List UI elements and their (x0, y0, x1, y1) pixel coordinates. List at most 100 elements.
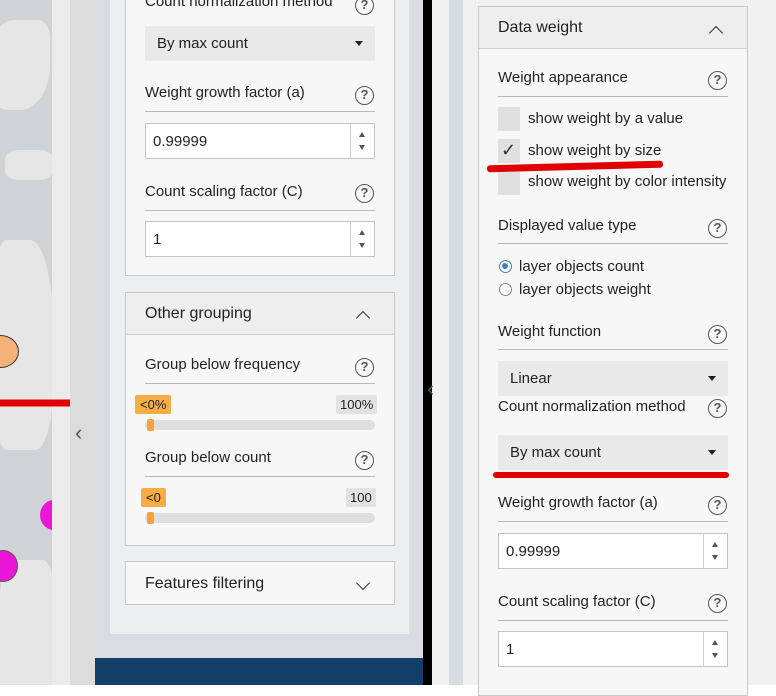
divider (498, 243, 728, 244)
help-icon[interactable]: ? (708, 496, 727, 515)
spin-down-icon[interactable] (712, 555, 718, 560)
panel-collapse-band[interactable]: ‹ (70, 0, 95, 685)
help-icon[interactable]: ? (708, 219, 727, 238)
count-norm-label: Count normalization method (498, 398, 686, 415)
weight-growth-input[interactable]: 0.99999 (498, 533, 728, 569)
count-norm-label: Count normalization method (145, 0, 333, 10)
weight-appearance-label: Weight appearance (498, 69, 628, 86)
dropdown-caret-icon (708, 450, 716, 455)
count-slider-track[interactable] (145, 513, 375, 523)
freq-slider-track[interactable] (145, 420, 375, 430)
count-norm-select[interactable]: By max count (145, 26, 375, 61)
divider (498, 96, 728, 97)
weight-growth-label: Weight growth factor (a) (145, 84, 305, 101)
weight-growth-value: 0.99999 (153, 133, 208, 150)
help-icon[interactable]: ? (355, 0, 374, 15)
clustering-card: Count normalization method ? By max coun… (125, 0, 395, 276)
checkbox-weight-size[interactable]: ✓ (498, 139, 520, 163)
chevron-left-icon[interactable]: ‹ (75, 422, 82, 444)
radio-objects-weight[interactable] (499, 283, 512, 296)
help-icon[interactable]: ? (708, 594, 727, 613)
count-max-label: 100 (346, 488, 376, 507)
number-spinner[interactable] (350, 124, 374, 158)
dropdown-caret-icon (355, 41, 363, 46)
map-view[interactable] (0, 0, 52, 685)
count-scaling-input[interactable]: 1 (498, 631, 728, 667)
displayed-value-type-label: Displayed value type (498, 217, 637, 234)
chevron-left-icon[interactable]: ‹ (427, 378, 434, 400)
divider (498, 349, 728, 350)
help-icon[interactable]: ? (355, 86, 374, 105)
count-scaling-label: Count scaling factor (C) (145, 183, 303, 200)
data-weight-card: Data weight Weight appearance ? show wei… (478, 6, 748, 696)
map-land-area (0, 20, 50, 110)
count-norm-value: By max count (157, 35, 248, 52)
checkbox-label: show weight by size (528, 142, 662, 159)
weight-function-select[interactable]: Linear (498, 361, 728, 396)
divider (145, 476, 375, 477)
weight-function-value: Linear (510, 370, 552, 387)
count-scaling-input[interactable]: 1 (145, 221, 375, 257)
spin-down-icon[interactable] (359, 243, 365, 248)
freq-value-bubble: <0% (135, 395, 172, 414)
count-norm-select[interactable]: By max count (498, 435, 728, 470)
count-norm-value: By max count (510, 444, 601, 461)
panel-footer-bar (95, 658, 423, 685)
spin-up-icon[interactable] (712, 542, 718, 547)
divider (145, 111, 375, 112)
features-filtering-title: Features filtering (145, 575, 265, 592)
checkbox-weight-value[interactable] (498, 107, 520, 131)
help-icon[interactable]: ? (355, 184, 374, 203)
split-divider[interactable] (423, 0, 432, 685)
spin-up-icon[interactable] (359, 230, 365, 235)
divider (498, 521, 728, 522)
number-spinner[interactable] (350, 222, 374, 256)
help-icon[interactable]: ? (708, 325, 727, 344)
radio-label: layer objects weight (519, 281, 651, 298)
dropdown-caret-icon (708, 376, 716, 381)
group-count-label: Group below count (145, 449, 271, 466)
weight-function-label: Weight function (498, 323, 602, 340)
checkbox-label: show weight by a value (528, 110, 684, 127)
group-freq-label: Group below frequency (145, 356, 301, 373)
count-scaling-value: 1 (153, 231, 162, 248)
divider (498, 620, 728, 621)
spin-down-icon[interactable] (712, 653, 718, 658)
spin-down-icon[interactable] (359, 145, 365, 150)
count-slider-handle[interactable] (147, 512, 154, 524)
number-spinner[interactable] (703, 632, 727, 666)
count-scaling-label: Count scaling factor (C) (498, 593, 656, 610)
weight-growth-input[interactable]: 0.99999 (145, 123, 375, 159)
other-grouping-header[interactable]: Other grouping (126, 293, 394, 335)
help-icon[interactable]: ? (708, 399, 727, 418)
spin-up-icon[interactable] (359, 132, 365, 137)
spin-up-icon[interactable] (712, 640, 718, 645)
data-weight-title: Data weight (498, 19, 583, 36)
chevron-up-icon[interactable] (355, 310, 371, 326)
right-panel-band (449, 0, 463, 685)
freq-slider-handle[interactable] (147, 419, 154, 431)
count-value-bubble: <0 (141, 488, 166, 507)
features-filtering-card[interactable]: Features filtering (125, 561, 395, 605)
checkmark-icon: ✓ (501, 140, 517, 160)
other-grouping-card: Other grouping Group below frequency ? <… (125, 292, 395, 546)
help-icon[interactable]: ? (708, 71, 727, 90)
chevron-up-icon[interactable] (708, 25, 724, 41)
radio-label: layer objects count (519, 258, 645, 275)
radio-objects-count[interactable] (499, 260, 512, 273)
map-marker-magenta[interactable] (40, 500, 52, 530)
map-land-area (5, 150, 52, 180)
chevron-down-icon[interactable] (355, 575, 371, 591)
annotation-underline (493, 472, 729, 478)
map-gutter (52, 0, 70, 685)
help-icon[interactable]: ? (355, 451, 374, 470)
checkbox-label: show weight by color intensity (528, 173, 727, 190)
number-spinner[interactable] (703, 534, 727, 568)
weight-growth-value: 0.99999 (506, 543, 561, 560)
divider (145, 210, 375, 211)
data-weight-header[interactable]: Data weight (479, 7, 747, 49)
freq-max-label: 100% (336, 395, 378, 414)
help-icon[interactable]: ? (355, 358, 374, 377)
checkbox-weight-color[interactable] (498, 171, 520, 195)
other-grouping-title: Other grouping (145, 305, 252, 322)
